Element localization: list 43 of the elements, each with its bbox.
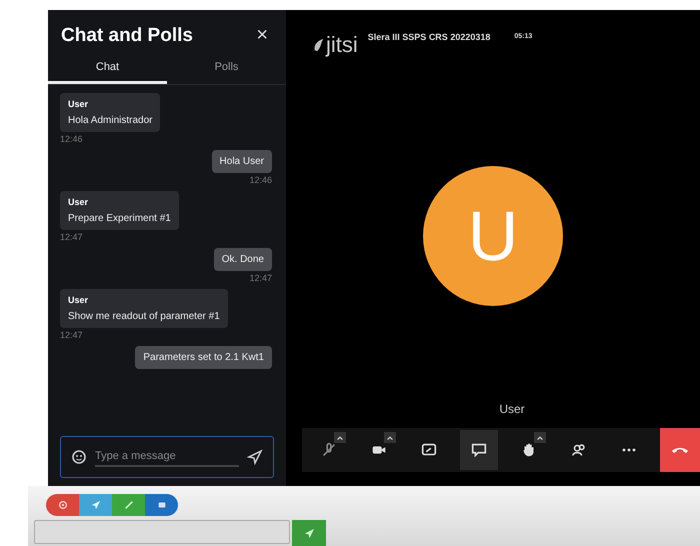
app-logo: jitsi — [312, 32, 358, 58]
sender-name: User — [68, 99, 90, 109]
send-icon — [90, 500, 100, 510]
tab[interactable]: Polls — [167, 55, 286, 84]
command-field[interactable] — [34, 520, 290, 544]
more-icon — [622, 448, 636, 452]
phone-icon — [671, 446, 689, 454]
muted-mic-icon — [320, 441, 338, 459]
message-time: 12:47 — [249, 273, 272, 283]
message-field[interactable]: Type a message — [60, 436, 274, 478]
panel-title: Chat and Polls — [61, 24, 193, 46]
message-time: 12:46 — [60, 134, 83, 144]
message-text: Hola User — [220, 156, 264, 167]
line-icon — [124, 500, 134, 510]
message-time: 12:47 — [60, 330, 83, 340]
message-text: Show me readout of parameter #1 — [68, 311, 220, 322]
message-time: 12:47 — [60, 232, 83, 242]
sender-name: User — [68, 197, 90, 207]
power-icon — [58, 500, 68, 510]
caret-icon[interactable] — [334, 432, 346, 443]
tab[interactable]: Chat — [48, 55, 167, 84]
send-button[interactable] — [292, 520, 326, 546]
message-text: Prepare Experiment #1 — [68, 213, 171, 224]
send-icon — [304, 528, 314, 538]
avatar: U — [423, 166, 563, 306]
chat-button[interactable] — [460, 430, 498, 470]
smiley-icon[interactable] — [71, 449, 87, 465]
square-icon — [156, 500, 166, 510]
caret-icon[interactable] — [384, 432, 396, 443]
caret-icon[interactable] — [534, 432, 546, 443]
power-button[interactable] — [46, 494, 79, 516]
meeting-title: Slera III SSPS CRS 20220318 — [368, 32, 490, 42]
message-text: Parameters set to 2.1 Kwt1 — [143, 352, 264, 363]
message-text: Hola Administrador — [68, 115, 152, 126]
message-text: Ok. Done — [222, 254, 264, 265]
close-button[interactable]: × — [252, 24, 272, 47]
send-icon[interactable] — [247, 449, 263, 465]
sender-name: User — [68, 295, 90, 305]
video-button[interactable] — [145, 494, 178, 516]
message-input[interactable]: Type a message — [95, 447, 239, 467]
chat-icon — [470, 441, 488, 459]
message-time: 12:46 — [249, 175, 272, 185]
participant-name: User — [499, 402, 525, 416]
